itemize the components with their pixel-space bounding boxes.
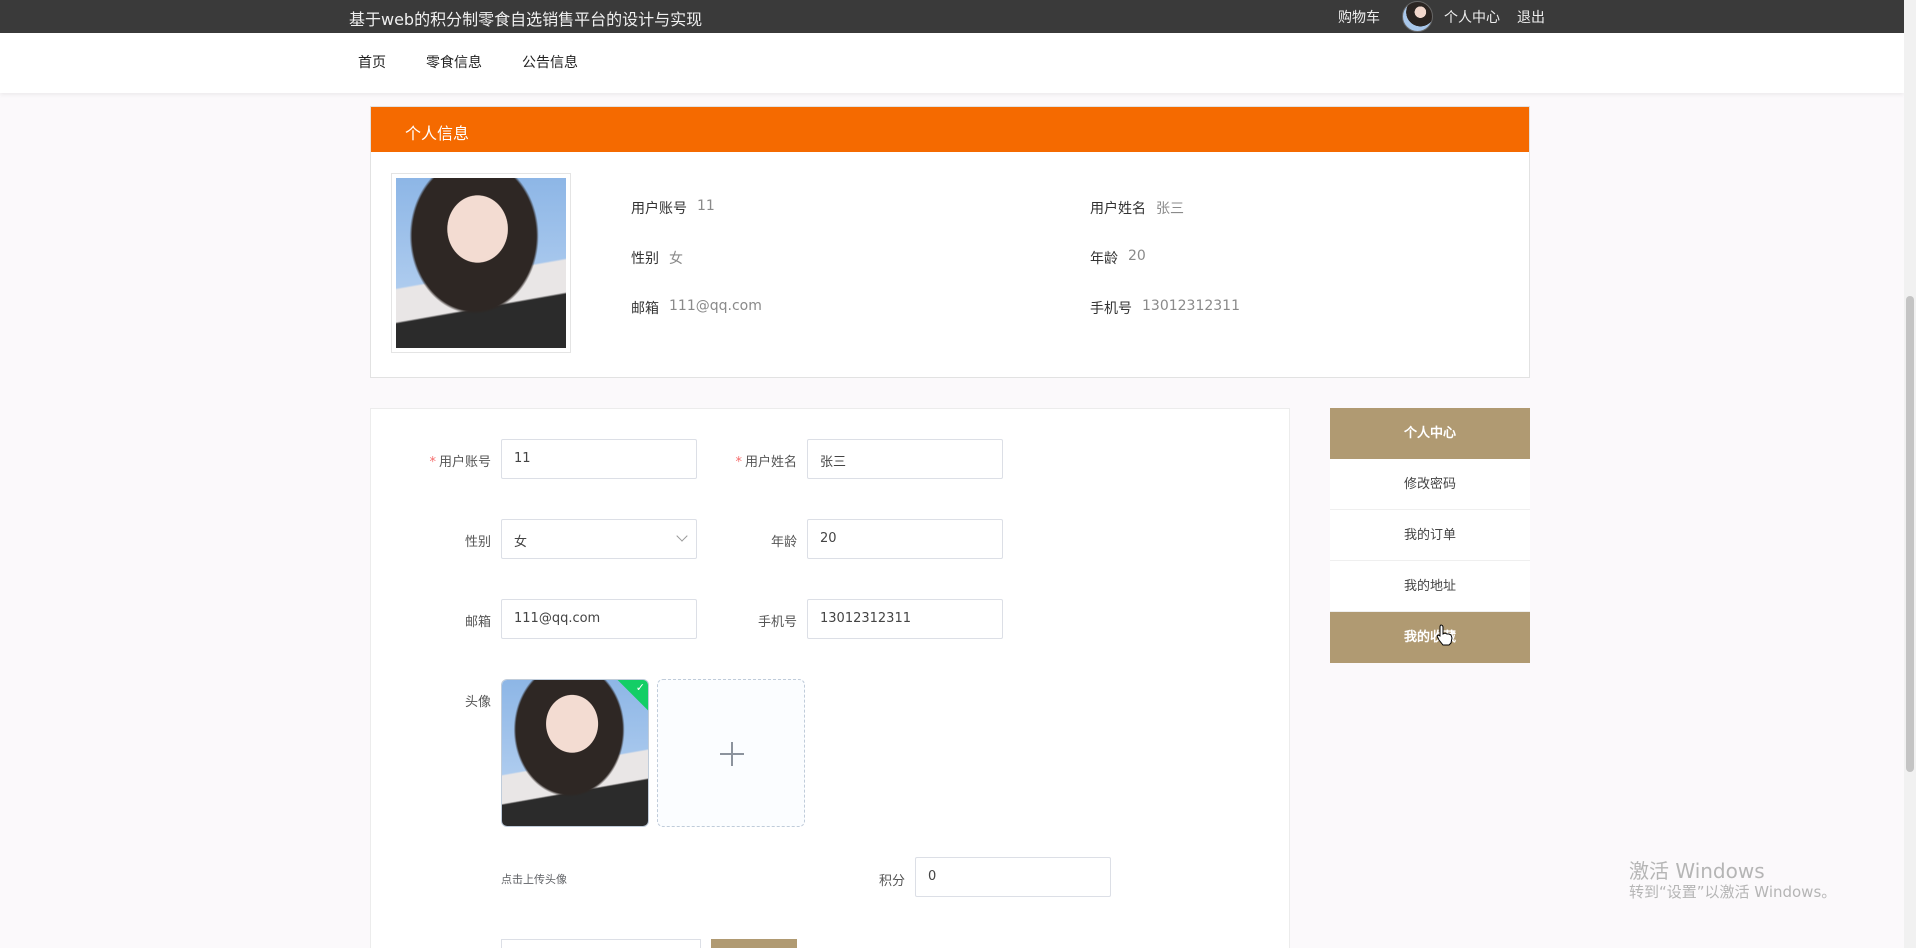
email-label: 邮箱 [464,615,491,630]
account-label: * 用户账号 [429,455,491,470]
avatar-upload-button[interactable] [657,679,805,827]
side-item-my-favorites[interactable]: 我的收藏 [1330,612,1530,663]
profile-edit-form [370,408,1290,948]
info-value-email: 111@qq.com [669,298,762,314]
info-value-phone: 13012312311 [1142,298,1240,314]
logout-link[interactable]: 退出 [1517,7,1545,27]
age-input[interactable]: 20 [807,519,1003,559]
activation-watermark-title: 激活 Windows [1629,859,1765,883]
partial-button[interactable] [711,939,797,948]
profile-info-card: 个人信息 用户账号 11 用户姓名 张三 性别 女 年龄 20 邮箱 111@q… [370,106,1530,378]
profile-card-header: 个人信息 [371,107,1529,152]
activation-watermark-text: 转到“设置”以激活 Windows。 [1629,883,1837,901]
info-label-age: 年龄 [1090,251,1118,267]
name-input[interactable]: 张三 [807,439,1003,479]
info-label-phone: 手机号 [1090,301,1132,317]
account-input[interactable]: 11 [501,439,697,479]
chevron-down-icon [676,530,688,542]
side-item-my-orders[interactable]: 我的订单 [1330,510,1530,561]
side-item-user-center[interactable]: 个人中心 [1330,408,1530,459]
nav-notices[interactable]: 公告信息 [522,52,578,72]
side-item-my-address[interactable]: 我的地址 [1330,561,1530,612]
uploaded-avatar-image [502,680,648,826]
site-title: 基于web的积分制零食自选销售平台的设计与实现 [349,10,703,29]
info-value-name: 张三 [1156,201,1184,217]
info-label-gender: 性别 [631,251,659,267]
name-label: * 用户姓名 [735,455,797,470]
info-label-name: 用户姓名 [1090,201,1146,217]
info-value-account: 11 [697,198,715,214]
upload-hint: 点击上传头像 [501,873,567,886]
avatar-image [396,178,566,348]
email-input[interactable]: 111@qq.com [501,599,697,639]
profile-photo [391,173,571,353]
scrollbar-thumb[interactable] [1906,296,1914,772]
points-input[interactable]: 0 [915,857,1111,897]
partial-input[interactable] [501,939,701,948]
user-avatar[interactable] [1402,1,1433,32]
plus-icon-vertical [731,742,733,766]
profile-card-title: 个人信息 [405,124,470,143]
check-icon: ✓ [635,681,645,694]
phone-label: 手机号 [757,615,797,630]
info-value-age: 20 [1128,248,1146,264]
info-value-gender: 女 [669,251,683,267]
gender-select[interactable]: 女 [501,519,697,559]
age-label: 年龄 [770,535,797,550]
main-nav: 首页 零食信息 公告信息 [0,33,1904,93]
points-label: 积分 [878,874,905,889]
side-item-change-password[interactable]: 修改密码 [1330,459,1530,510]
cart-link[interactable]: 购物车 [1338,7,1380,27]
info-label-email: 邮箱 [631,301,659,317]
gender-label: 性别 [464,535,491,550]
nav-home[interactable]: 首页 [358,52,386,72]
uploaded-avatar[interactable]: ✓ [501,679,649,827]
user-center-link[interactable]: 个人中心 [1444,7,1500,27]
phone-input[interactable]: 13012312311 [807,599,1003,639]
avatar-label: 头像 [464,695,491,710]
top-bar: 基于web的积分制零食自选销售平台的设计与实现 购物车 个人中心 退出 [0,0,1916,33]
info-label-account: 用户账号 [631,201,687,217]
hand-cursor-icon [1436,624,1453,646]
nav-snacks[interactable]: 零食信息 [426,52,482,72]
gender-select-value: 女 [514,535,528,550]
